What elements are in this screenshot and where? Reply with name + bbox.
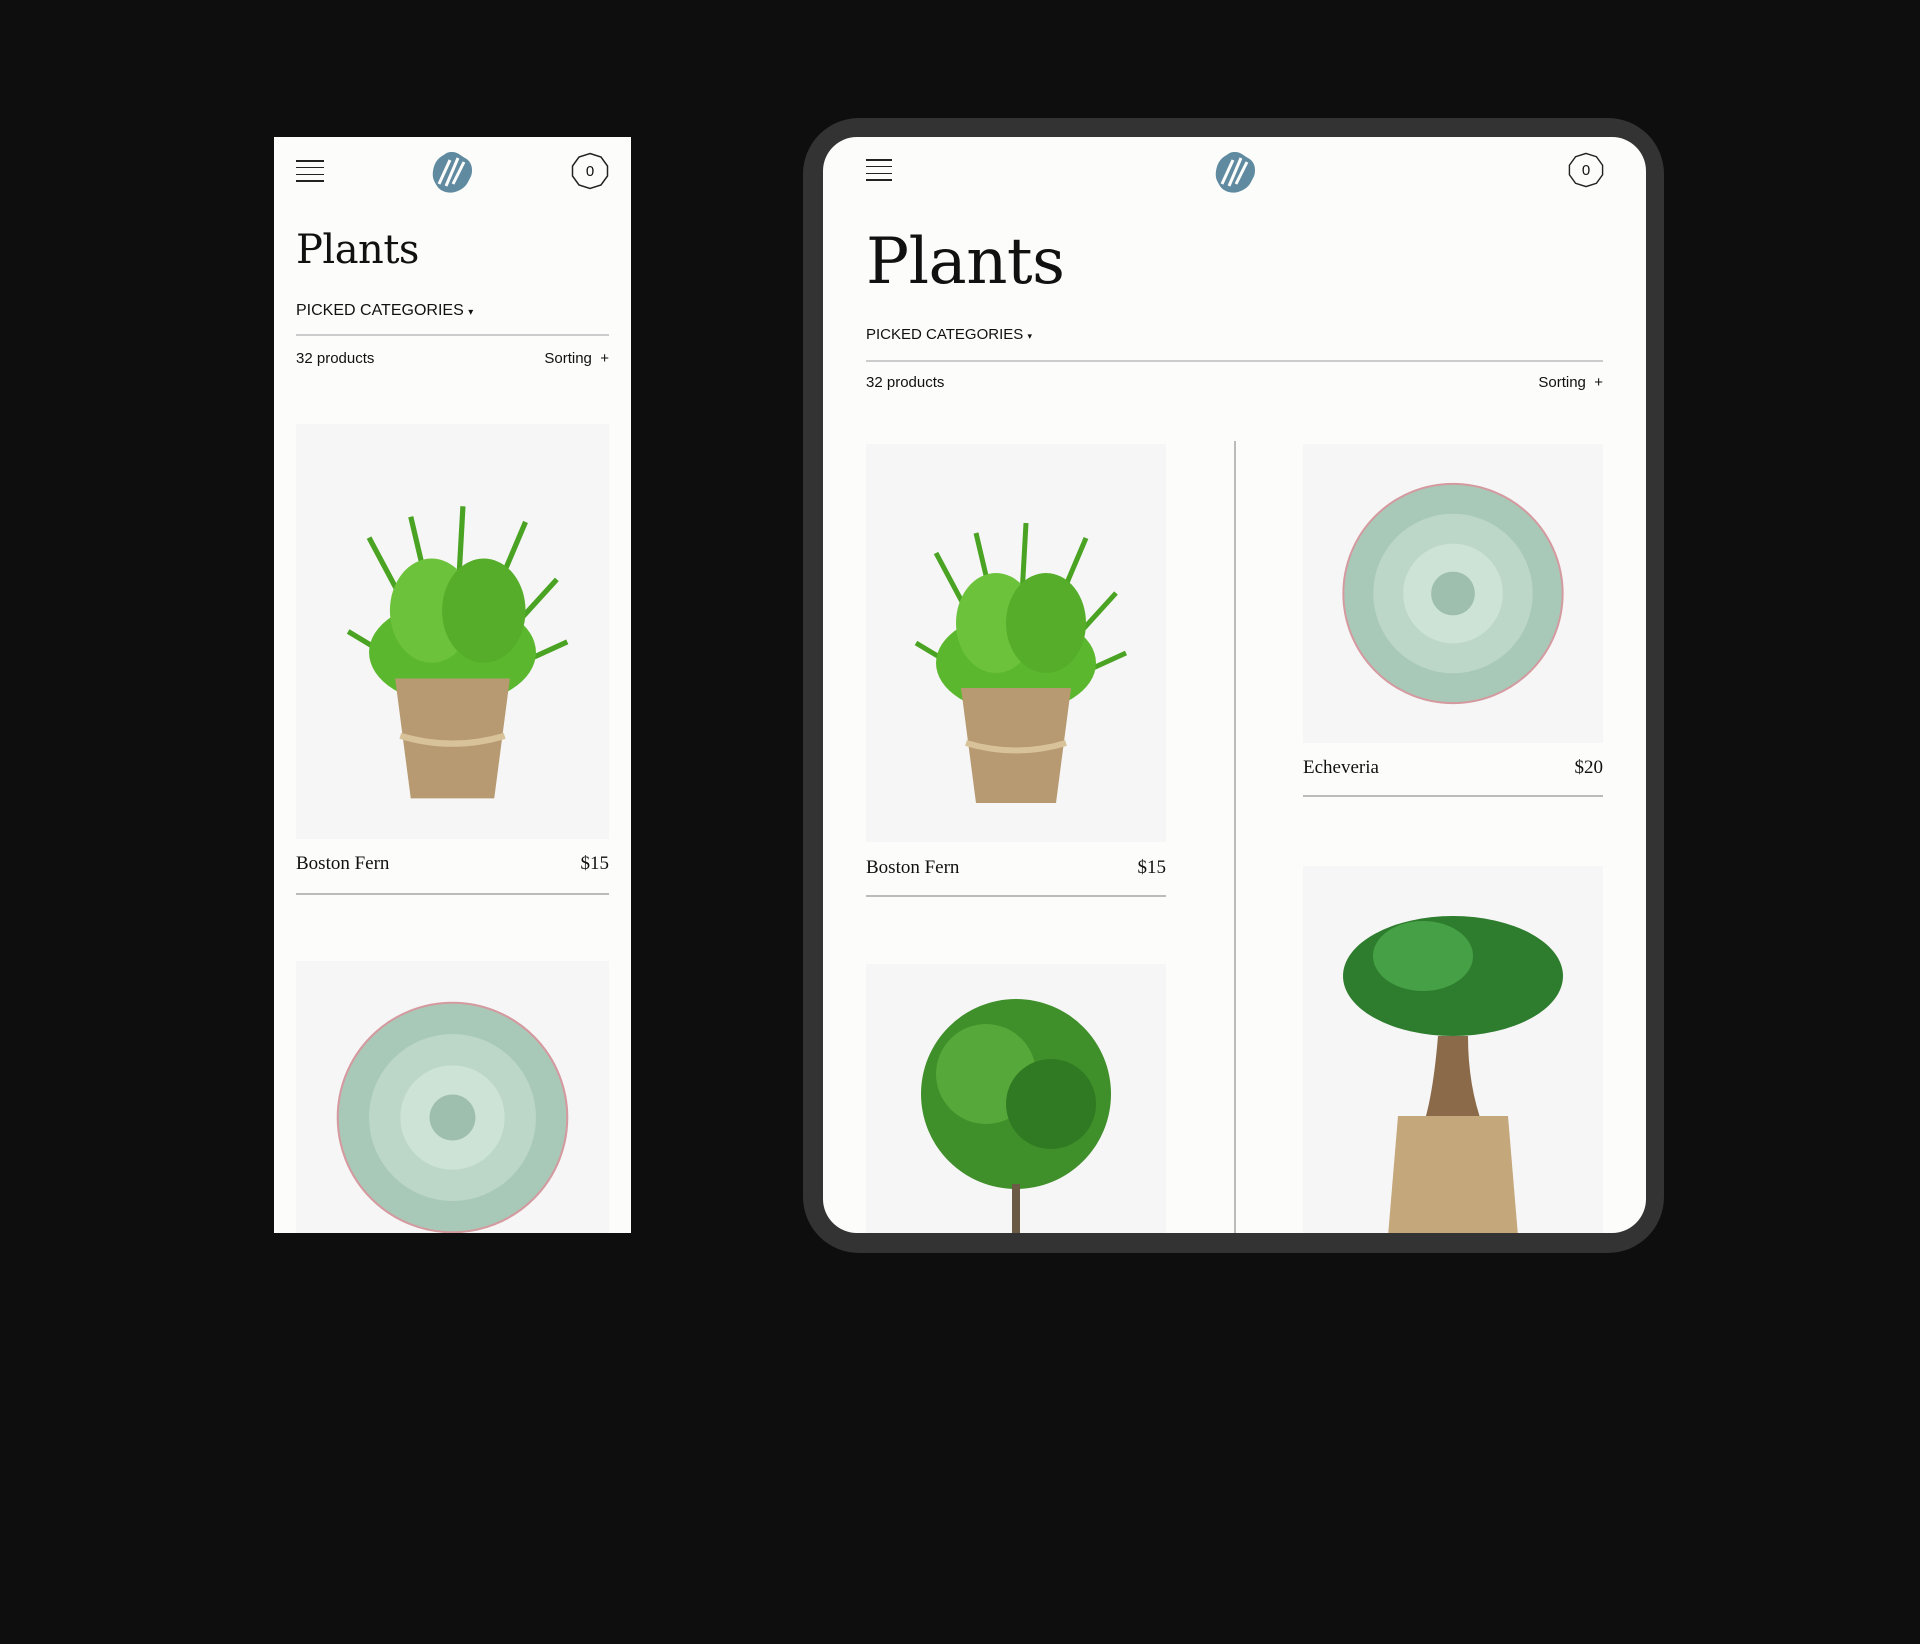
picked-categories-dropdown[interactable]: PICKED CATEGORIES ▾ (866, 326, 1032, 343)
cart-button[interactable]: 0 (571, 152, 609, 190)
sorting-label: Sorting (1538, 374, 1586, 391)
sorting-button[interactable]: Sorting + (544, 350, 609, 367)
column-divider (1234, 441, 1236, 1233)
divider (296, 893, 609, 895)
filter-label: PICKED CATEGORIES (296, 302, 464, 319)
divider (296, 334, 609, 336)
product-name[interactable]: Boston Fern (296, 853, 389, 875)
divider (866, 360, 1603, 362)
sorting-label: Sorting (544, 350, 592, 367)
page-title: Plants (296, 227, 419, 273)
cart-count: 0 (585, 162, 595, 180)
cart-count: 0 (1581, 161, 1591, 179)
product-price: $15 (1137, 857, 1167, 878)
cart-button[interactable]: 0 (1568, 151, 1604, 189)
product-image-echeveria[interactable] (1303, 444, 1603, 743)
divider (1303, 795, 1603, 797)
product-name[interactable]: Echeveria (1303, 757, 1379, 779)
product-image-shrub[interactable] (866, 964, 1166, 1233)
sorting-button[interactable]: Sorting + (1538, 374, 1603, 391)
product-name[interactable]: Boston Fern (866, 857, 959, 879)
plus-icon: + (600, 350, 609, 367)
tablet-screen: 0 Plants PICKED CATEGORIES ▾ 32 products… (823, 137, 1646, 1233)
picked-categories-dropdown[interactable]: PICKED CATEGORIES ▾ (296, 302, 473, 320)
hamburger-menu-icon[interactable] (866, 159, 892, 181)
mobile-screen: 0 Plants PICKED CATEGORIES ▾ 32 products… (274, 137, 631, 1233)
product-price: $15 (580, 853, 610, 874)
hamburger-menu-icon[interactable] (296, 160, 324, 182)
product-image-boston-fern[interactable] (866, 444, 1166, 842)
brand-logo[interactable] (430, 150, 474, 194)
plus-icon: + (1594, 374, 1603, 391)
brand-logo[interactable] (1213, 150, 1257, 194)
product-image-echeveria[interactable] (296, 961, 609, 1233)
caret-down-icon: ▾ (468, 307, 474, 318)
product-count: 32 products (866, 374, 945, 391)
product-count: 32 products (296, 350, 375, 367)
caret-down-icon: ▾ (1027, 331, 1032, 341)
filter-label: PICKED CATEGORIES (866, 326, 1024, 343)
divider (866, 895, 1166, 897)
product-image-boston-fern[interactable] (296, 424, 609, 839)
product-price: $20 (1574, 757, 1604, 778)
product-image-ficus[interactable] (1303, 866, 1603, 1233)
page-title: Plants (866, 225, 1065, 299)
